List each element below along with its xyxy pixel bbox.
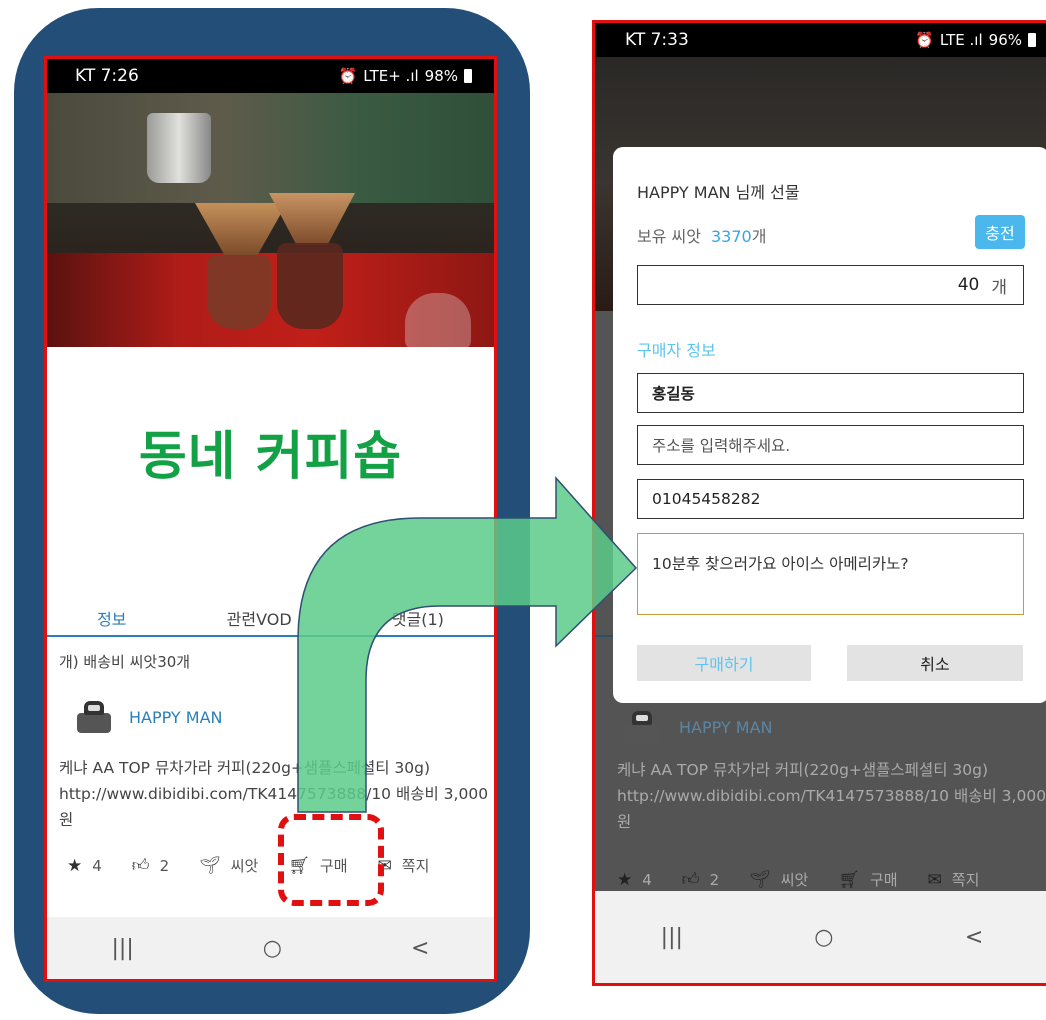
flow-arrow-icon: [297, 476, 638, 813]
arrow-shape: [297, 476, 638, 813]
